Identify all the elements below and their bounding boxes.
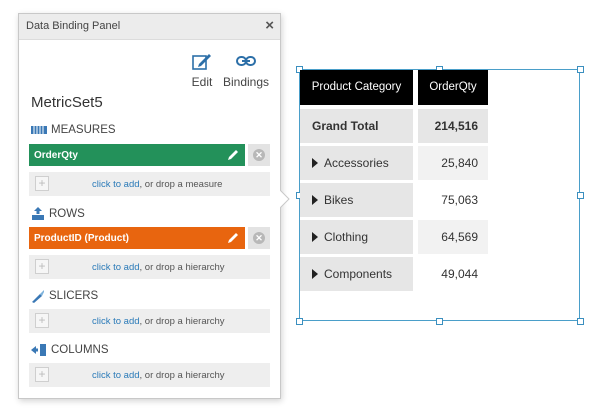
row-label-bikes[interactable]: Bikes (300, 183, 413, 217)
add-icon[interactable]: + (35, 176, 49, 191)
measures-icon (31, 126, 47, 134)
measure-chip-orderqty[interactable]: OrderQty (29, 144, 245, 166)
rows-drop-hint: , or drop a hierarchy (139, 262, 225, 273)
column-header-category[interactable]: Product Category (300, 70, 413, 105)
rows-icon (32, 207, 44, 220)
resize-handle-bottom-left[interactable] (296, 318, 303, 325)
rows-drop-zone[interactable]: + click to add, or drop a hierarchy (29, 255, 270, 279)
row-value: 25,840 (418, 146, 488, 180)
slicers-heading: SLICERS (31, 289, 98, 303)
rows-heading: ROWS (31, 207, 85, 220)
slicers-icon (32, 290, 44, 303)
remove-icon: ✕ (253, 232, 265, 244)
bindings-icon (236, 56, 256, 66)
rows-add-link[interactable]: click to add (92, 262, 140, 273)
columns-drop-hint: , or drop a hierarchy (139, 370, 225, 381)
edit-label: Edit (191, 75, 213, 89)
expand-icon[interactable] (312, 269, 318, 279)
pencil-icon[interactable] (226, 231, 240, 245)
slicers-drop-text: click to add, or drop a hierarchy (92, 316, 225, 327)
grand-total-value: 214,516 (418, 109, 488, 143)
panel-title: Data Binding Panel (26, 20, 121, 32)
columns-drop-text: click to add, or drop a hierarchy (92, 370, 225, 381)
data-binding-panel: Data Binding Panel × Edit Bindings Metri… (18, 13, 281, 399)
remove-row-button[interactable]: ✕ (248, 227, 270, 249)
measures-drop-text: click to add, or drop a measure (92, 179, 222, 190)
bindings-button[interactable]: Bindings (221, 51, 271, 91)
columns-heading-label: COLUMNS (51, 344, 109, 356)
column-header-orderqty[interactable]: OrderQty (418, 70, 488, 105)
rows-drop-text: click to add, or drop a hierarchy (92, 262, 225, 273)
columns-add-link[interactable]: click to add (92, 370, 140, 381)
resize-handle-top-right[interactable] (577, 66, 584, 73)
bindings-label: Bindings (222, 75, 270, 89)
edit-icon (192, 54, 211, 70)
measures-drop-hint: , or drop a measure (139, 179, 223, 190)
panel-header[interactable]: Data Binding Panel × (19, 14, 280, 40)
expand-icon[interactable] (312, 158, 318, 168)
resize-handle-right[interactable] (577, 192, 584, 199)
row-chip-productid[interactable]: ProductID (Product) (29, 227, 245, 249)
resize-handle-bottom-right[interactable] (577, 318, 584, 325)
row-value: 64,569 (418, 220, 488, 254)
close-icon[interactable]: × (265, 17, 274, 35)
add-icon[interactable]: + (35, 313, 49, 328)
row-value: 75,063 (418, 183, 488, 217)
row-label-text: Clothing (324, 230, 369, 244)
row-label-text: Components (324, 267, 393, 281)
measures-heading-label: MEASURES (51, 124, 116, 136)
edit-button[interactable]: Edit (190, 51, 214, 91)
row-label-clothing[interactable]: Clothing (300, 220, 413, 254)
slicers-drop-hint: , or drop a hierarchy (139, 316, 225, 327)
measure-chip-label: OrderQty (34, 150, 78, 161)
add-icon[interactable]: + (35, 259, 49, 274)
measures-drop-zone[interactable]: + click to add, or drop a measure (29, 172, 270, 196)
expand-icon[interactable] (312, 232, 318, 242)
grand-total-label: Grand Total (300, 109, 413, 143)
rows-heading-label: ROWS (49, 207, 85, 220)
row-chip-label: ProductID (Product) (34, 233, 129, 244)
row-label-components[interactable]: Components (300, 257, 413, 291)
remove-icon: ✕ (253, 149, 265, 161)
measures-heading: MEASURES (31, 124, 116, 136)
row-label-text: Bikes (324, 193, 354, 207)
row-label-accessories[interactable]: Accessories (300, 146, 413, 180)
columns-drop-zone[interactable]: + click to add, or drop a hierarchy (29, 363, 270, 387)
slicers-drop-zone[interactable]: + click to add, or drop a hierarchy (29, 309, 270, 333)
panel-pointer (280, 190, 290, 208)
measures-add-link[interactable]: click to add (92, 179, 140, 190)
columns-icon (31, 344, 46, 356)
resize-handle-bottom[interactable] (436, 318, 443, 325)
slicers-heading-label: SLICERS (49, 290, 99, 302)
pencil-icon[interactable] (226, 148, 240, 162)
metric-set-name: MetricSet5 (31, 94, 103, 111)
row-label-text: Accessories (324, 156, 389, 170)
add-icon[interactable]: + (35, 367, 49, 382)
slicers-add-link[interactable]: click to add (92, 316, 140, 327)
remove-measure-button[interactable]: ✕ (248, 144, 270, 166)
columns-heading: COLUMNS (31, 344, 109, 356)
expand-icon[interactable] (312, 195, 318, 205)
row-value: 49,044 (418, 257, 488, 291)
